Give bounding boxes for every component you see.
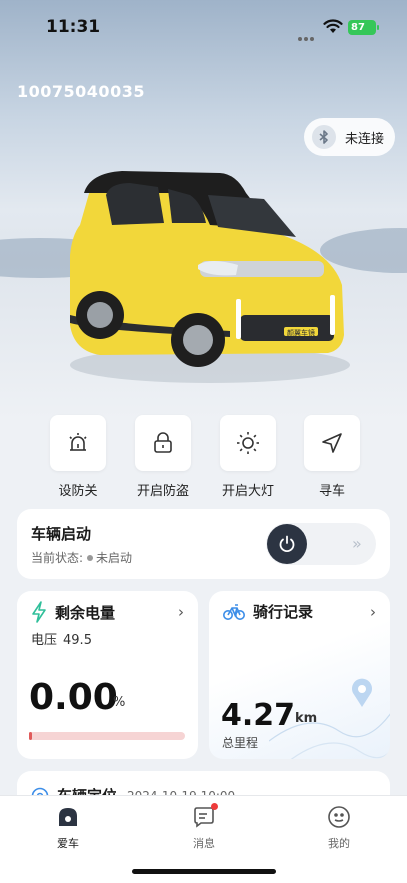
bluetooth-icon bbox=[312, 125, 336, 149]
battery-indicator: 87 bbox=[348, 20, 376, 35]
ride-record-card[interactable]: 骑行记录 › 4.27 km 总里程 bbox=[209, 591, 390, 759]
chevron-right-icon: › bbox=[370, 603, 376, 621]
tab-messages[interactable]: 消息 bbox=[174, 803, 234, 851]
tab-my-car[interactable]: 爱车 bbox=[38, 805, 98, 851]
bluetooth-status-label: 未连接 bbox=[345, 131, 385, 147]
status-dot bbox=[87, 554, 94, 561]
action-anti-theft[interactable]: 开启防盗 bbox=[134, 415, 192, 499]
lock-icon bbox=[135, 415, 191, 471]
car-image: 颜翼车镜 bbox=[70, 171, 350, 383]
ride-card-title: 骑行记录 bbox=[253, 603, 314, 621]
vehicle-start-card: 车辆启动 当前状态: 未启动 » bbox=[17, 509, 390, 579]
battery-percent-unit: % bbox=[113, 695, 126, 710]
action-find-car[interactable]: 寻车 bbox=[303, 415, 361, 499]
power-button[interactable] bbox=[267, 524, 307, 564]
unread-badge bbox=[211, 803, 218, 810]
status-value: 未启动 bbox=[96, 551, 133, 565]
battery-card-title: 剩余电量 bbox=[55, 603, 116, 622]
alarm-icon bbox=[50, 415, 106, 471]
action-alarm-off[interactable]: 设防关 bbox=[49, 415, 107, 499]
action-label: 寻车 bbox=[318, 484, 345, 499]
voltage-label: 电压 bbox=[31, 633, 58, 648]
quick-actions: 设防关 开启防盗 开启大灯 寻车 bbox=[0, 415, 407, 500]
tab-label: 消息 bbox=[193, 837, 215, 850]
action-headlight[interactable]: 开启大灯 bbox=[219, 415, 277, 499]
message-icon bbox=[192, 803, 218, 829]
car-home-icon bbox=[56, 805, 80, 829]
battery-level-fill bbox=[29, 732, 33, 740]
battery-percent-value: 0.00 bbox=[29, 677, 118, 718]
tab-profile[interactable]: 我的 bbox=[309, 805, 369, 851]
battery-tip bbox=[377, 25, 379, 30]
action-label: 设防关 bbox=[58, 484, 98, 499]
ride-card-header: 骑行记录 bbox=[223, 601, 313, 622]
locate-arrow-icon bbox=[304, 415, 360, 471]
action-label: 开启大灯 bbox=[221, 484, 274, 499]
voltage-row: 电压 49.5 bbox=[31, 629, 92, 648]
power-icon bbox=[279, 535, 295, 553]
sun-icon bbox=[220, 415, 276, 471]
voltage-value: 49.5 bbox=[63, 633, 92, 648]
bluetooth-connect-button[interactable]: 未连接 bbox=[304, 118, 395, 156]
battery-card-header: 剩余电量 bbox=[31, 601, 115, 623]
distance-unit: km bbox=[295, 711, 318, 726]
battery-card[interactable]: 剩余电量 › 电压 49.5 0.00 % bbox=[17, 591, 198, 759]
double-chevron-icon: » bbox=[352, 534, 362, 553]
wifi-icon bbox=[323, 19, 343, 33]
total-distance-label: 总里程 bbox=[222, 736, 259, 750]
start-card-title: 车辆启动 bbox=[31, 525, 92, 543]
status-prefix: 当前状态: bbox=[31, 551, 84, 565]
status-time: 11:31 bbox=[46, 17, 101, 37]
status-bar: 11:31 87 bbox=[0, 0, 407, 54]
start-status: 当前状态: 未启动 bbox=[31, 549, 132, 566]
battery-level-bar bbox=[29, 732, 185, 740]
tab-label: 爱车 bbox=[57, 837, 79, 850]
lightning-icon bbox=[32, 601, 46, 623]
chevron-right-icon: › bbox=[178, 603, 184, 621]
bicycle-icon bbox=[223, 603, 245, 620]
home-indicator bbox=[132, 869, 276, 874]
profile-face-icon bbox=[327, 805, 351, 829]
car-plate: 颜翼车镜 bbox=[287, 328, 315, 337]
tab-label: 我的 bbox=[328, 837, 350, 850]
action-label: 开启防盗 bbox=[136, 484, 189, 499]
vehicle-id: 10075040035 bbox=[17, 82, 145, 101]
signal-dots-icon bbox=[298, 26, 318, 41]
total-distance-value: 4.27 bbox=[221, 698, 296, 733]
